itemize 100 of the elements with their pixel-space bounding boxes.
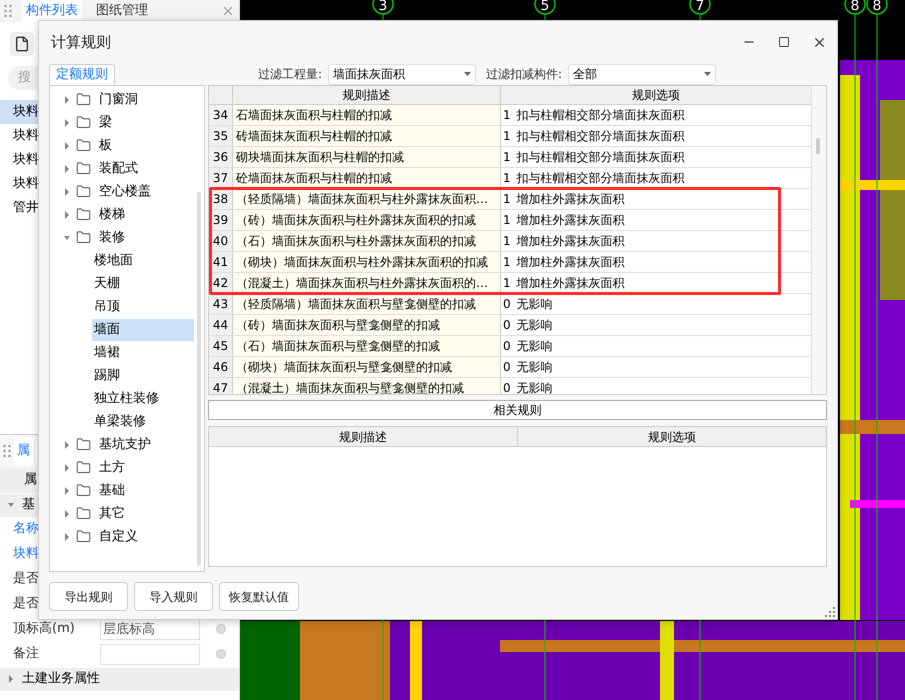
cad-model-drawing[interactable] [240, 621, 905, 700]
tree-label: 其它 [99, 504, 125, 523]
rule-description[interactable]: 砌块墙面抹灰面积与柱帽的扣减 [233, 147, 501, 167]
rule-description[interactable]: （混凝土）墙面抹灰面积与柱外露抹灰面积的… [233, 273, 501, 293]
scrollbar-thumb[interactable] [816, 138, 820, 154]
caret-icon[interactable] [64, 96, 70, 104]
rule-description[interactable]: 砖墙面抹灰面积与柱帽的扣减 [233, 126, 501, 146]
property-name: 备注 [13, 645, 39, 664]
tree-folder[interactable]: 空心楼盖 [50, 180, 204, 203]
option-code: 1 [503, 254, 511, 271]
caret-icon[interactable] [64, 188, 70, 196]
rule-description[interactable]: 砼墙面抹灰面积与柱帽的扣减 [233, 168, 501, 188]
folder-icon [76, 506, 91, 521]
panel-tab[interactable]: 属 [14, 437, 33, 465]
property-field[interactable]: 层底标高 [100, 618, 200, 640]
panel-tab[interactable]: 构件列表 [22, 0, 82, 22]
grip-icon[interactable] [3, 444, 11, 458]
rule-description[interactable]: （砌块）墙面抹灰面积与柱外露抹灰面积的扣减 [233, 252, 501, 272]
tree-item[interactable]: 单梁装修 [92, 410, 194, 432]
caret-icon[interactable] [64, 142, 70, 150]
tree-folder[interactable]: 其它 [50, 502, 204, 525]
caret-icon[interactable] [64, 486, 70, 494]
cad-model-drawing[interactable] [840, 60, 905, 620]
new-file-button[interactable] [10, 32, 34, 56]
rule-option[interactable]: 无影响 [516, 337, 553, 355]
tree-item[interactable]: 天棚 [92, 272, 194, 294]
rule-description[interactable]: （砌块）墙面抹灰面积与壁龛侧壁的扣减 [233, 357, 501, 377]
caret-icon[interactable] [8, 675, 14, 683]
filter-dropdown[interactable]: 墙面抹灰面积 [328, 64, 476, 84]
rule-description[interactable]: （石）墙面抹灰面积与柱外露抹灰面积的扣减 [233, 231, 501, 251]
tree-folder[interactable]: 门窗洞 [50, 88, 204, 111]
tree-item[interactable]: 独立柱装修 [92, 388, 194, 410]
caret-icon[interactable] [64, 164, 70, 172]
caret-icon[interactable] [64, 440, 70, 448]
action-button[interactable]: 恢复默认值 [219, 582, 299, 611]
column-header: 规则描述 [209, 427, 518, 446]
tree-folder[interactable]: 楼梯 [50, 203, 204, 226]
action-button[interactable]: 导入规则 [134, 582, 213, 611]
tree-item[interactable]: 墙裙 [92, 342, 194, 364]
tree-label: 空心楼盖 [99, 182, 151, 201]
scrollbar-thumb[interactable] [197, 192, 201, 566]
rule-option[interactable]: 增加柱外露抹灰面积 [516, 274, 625, 292]
rule-description[interactable]: （砖）墙面抹灰面积与柱外露抹灰面积的扣减 [233, 210, 501, 230]
rule-option[interactable]: 增加柱外露抹灰面积 [516, 232, 625, 250]
caret-icon[interactable] [64, 532, 70, 540]
row-number: 46 [209, 357, 233, 377]
tree-folder[interactable]: 自定义 [50, 525, 204, 548]
rule-option[interactable]: 增加柱外露抹灰面积 [516, 190, 625, 208]
rule-option[interactable]: 扣与柱帽相交部分墙面抹灰面积 [516, 127, 685, 145]
rule-description[interactable]: （石）墙面抹灰面积与壁龛侧壁的扣减 [233, 336, 501, 356]
rule-option[interactable]: 无影响 [516, 316, 553, 334]
rule-description[interactable]: （混凝土）墙面抹灰面积与壁龛侧壁的扣减 [233, 378, 501, 394]
resize-grip-icon[interactable] [825, 607, 835, 617]
column-header: 规则描述 [233, 86, 501, 104]
caret-icon[interactable] [64, 234, 70, 242]
option-code: 1 [503, 128, 511, 145]
folder-icon [76, 529, 91, 544]
rule-description[interactable]: （轻质隔墙）墙面抹灰面积与壁龛侧壁的扣减 [233, 294, 501, 314]
panel-tab[interactable]: 图纸管理 [92, 0, 152, 22]
action-button[interactable]: 导出规则 [49, 582, 128, 611]
caret-icon[interactable] [64, 510, 70, 518]
folder-icon [76, 207, 91, 222]
maximize-icon[interactable] [778, 36, 790, 48]
group-header[interactable]: 土建业务属性 [0, 666, 239, 690]
grip-icon[interactable] [4, 4, 12, 18]
caret-icon[interactable] [64, 118, 70, 126]
option-code: 1 [503, 275, 511, 292]
tree-folder[interactable]: 板 [50, 134, 204, 157]
dialog-tab[interactable]: 定额规则 [49, 64, 115, 85]
rule-description[interactable]: 石墙面抹灰面积与柱帽的扣减 [233, 105, 501, 125]
rule-description[interactable]: （砖）墙面抹灰面积与壁龛侧壁的扣减 [233, 315, 501, 335]
radio-icon[interactable] [216, 649, 226, 659]
tree-folder[interactable]: 梁 [50, 111, 204, 134]
tree-folder[interactable]: 装配式 [50, 157, 204, 180]
folder-icon [76, 437, 91, 452]
axis-label: 5 [540, 0, 550, 14]
rule-option[interactable]: 无影响 [516, 379, 553, 394]
tree-label: 装配式 [99, 160, 138, 178]
caret-icon[interactable] [8, 501, 14, 509]
tree-folder[interactable]: 基坑支护 [50, 433, 204, 456]
rule-option[interactable]: 无影响 [516, 358, 553, 376]
caret-icon[interactable] [64, 464, 70, 472]
radio-icon[interactable] [216, 624, 226, 634]
rule-option[interactable]: 增加柱外露抹灰面积 [516, 253, 625, 271]
rule-option[interactable]: 增加柱外露抹灰面积 [516, 211, 625, 229]
rule-option[interactable]: 扣与柱帽相交部分墙面抹灰面积 [516, 106, 685, 124]
rule-option[interactable]: 扣与柱帽相交部分墙面抹灰面积 [516, 148, 685, 166]
tree-item[interactable]: 楼地面 [92, 250, 194, 272]
tree-item[interactable]: 吊顶 [92, 296, 194, 318]
filter-dropdown[interactable]: 全部 [568, 64, 716, 84]
tree-item[interactable]: 墙面 [92, 318, 194, 340]
tree-item[interactable]: 踢脚 [92, 364, 194, 386]
rule-description[interactable]: （轻质隔墙）墙面抹灰面积与柱外露抹灰面积… [233, 189, 501, 209]
folder-icon [76, 138, 91, 153]
property-field[interactable] [100, 644, 200, 664]
tree-folder[interactable]: 装修 [50, 226, 204, 249]
caret-icon[interactable] [64, 210, 70, 218]
option-code: 0 [503, 359, 511, 376]
rule-option[interactable]: 无影响 [516, 295, 553, 313]
rule-option[interactable]: 扣与柱帽相交部分墙面抹灰面积 [516, 169, 685, 187]
